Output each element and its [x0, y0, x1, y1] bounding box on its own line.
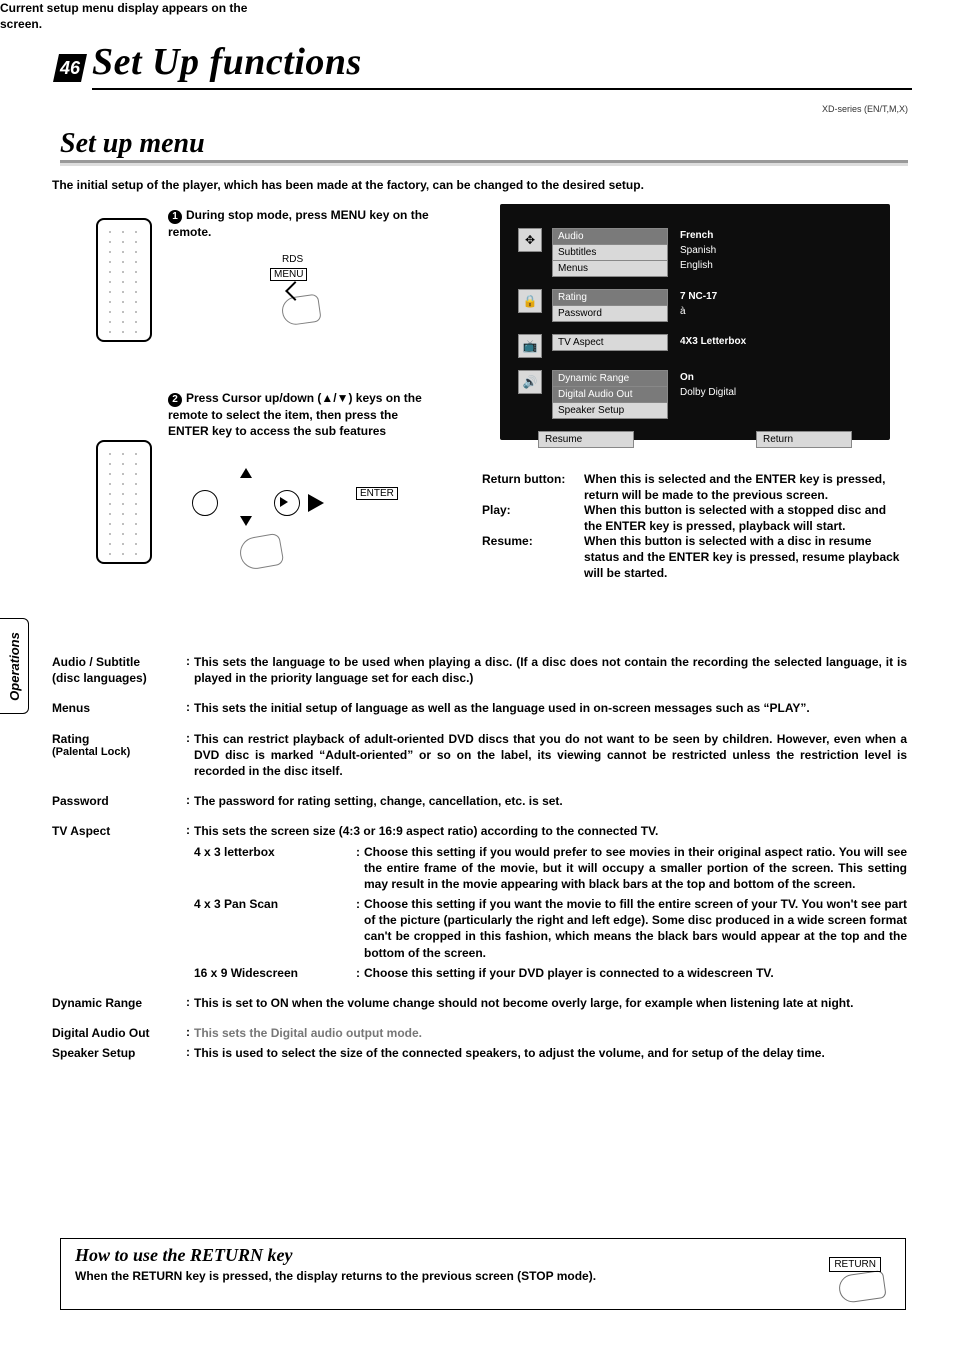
osd-val-english: English — [678, 258, 796, 273]
label-rds: RDS — [282, 254, 303, 265]
def-password-v: The password for rating setting, change,… — [194, 793, 907, 809]
osd-item-dynrange: Dynamic Range — [552, 370, 668, 387]
osd-val-nc17: 7 NC-17 — [680, 291, 717, 302]
tv-mode-letterbox: 4 x 3 letterbox — [194, 844, 354, 893]
osd-item-subtitles: Subtitles — [552, 245, 668, 261]
tv-mode-panscan: 4 x 3 Pan Scan — [194, 896, 354, 961]
osd-item-audio: Audio — [552, 228, 668, 245]
hand-icon-enter — [238, 533, 285, 572]
osd-icon-language: ✥ — [518, 228, 542, 252]
def-rating-k: Rating(Palental Lock) — [52, 731, 184, 780]
desc-resume-key: Resume: — [482, 534, 574, 581]
osd-val-dolby: Dolby Digital — [678, 385, 796, 400]
tv-mode-widescreen: 16 x 9 Widescreen — [194, 965, 354, 981]
def-dao-k: Digital Audio Out — [52, 1025, 184, 1041]
hand-icon-return — [837, 1270, 886, 1304]
osd-setup-menu: ✥ Audio Subtitles Menus French Spanish E… — [500, 204, 890, 440]
return-key-box: How to use the RETURN key When the RETUR… — [60, 1238, 906, 1310]
side-tab-label: Operations — [7, 632, 22, 701]
button-label-menu: MENU — [270, 268, 307, 281]
remote-illustration-2 — [96, 440, 152, 564]
osd-item-rating: Rating — [552, 289, 668, 306]
button-descriptions: Return button: When this is selected and… — [482, 472, 902, 581]
def-rating-v: This can restrict playback of adult-orie… — [194, 731, 907, 780]
tv-mode-widescreen-desc: Choose this setting if your DVD player i… — [364, 965, 907, 981]
return-button-label: RETURN — [829, 1257, 881, 1272]
step-2-number: 2 — [168, 393, 182, 407]
osd-item-menus: Menus — [552, 261, 668, 277]
def-audio-v: This sets the language to be used when p… — [194, 654, 907, 686]
osd-val-on: On — [680, 372, 694, 383]
desc-return-key: Return button: — [482, 472, 574, 503]
osd-icon-tv: 📺 — [518, 334, 542, 358]
chapter-title: Set Up functions — [92, 40, 912, 90]
desc-play-key: Play: — [482, 503, 574, 534]
return-key-title: How to use the RETURN key — [75, 1245, 891, 1266]
desc-return-val: When this is selected and the ENTER key … — [584, 472, 902, 503]
osd-item-spksetup: Speaker Setup — [552, 403, 668, 419]
tv-mode-letterbox-desc: Choose this setting if you would prefer … — [364, 844, 907, 893]
desc-play-val: When this button is selected with a stop… — [584, 503, 902, 534]
def-audio-k: Audio / Subtitle(disc languages) — [52, 654, 184, 686]
step-1-number: 1 — [168, 210, 182, 224]
intro-text: The initial setup of the player, which h… — [52, 178, 902, 192]
osd-button-resume: Resume — [538, 431, 634, 448]
osd-val-passchar: à — [678, 304, 796, 319]
settings-definitions: Audio / Subtitle(disc languages) : This … — [52, 654, 907, 1076]
button-label-enter: ENTER — [356, 487, 398, 500]
step-1-note: Current setup menu display appears on th… — [0, 0, 256, 32]
page-number-text: 46 — [60, 54, 80, 82]
osd-val-french: French — [680, 230, 713, 241]
osd-val-letterbox: 4X3 Letterbox — [680, 336, 746, 347]
section-title: Set up menu — [60, 128, 908, 160]
step-2: 2Press Cursor up/down (▲/▼) keys on the … — [168, 390, 438, 439]
desc-resume-val: When this button is selected with a disc… — [584, 534, 902, 581]
osd-item-digaudio: Digital Audio Out — [552, 387, 668, 403]
osd-val-spanish: Spanish — [678, 243, 796, 258]
osd-item-tvaspect: TV Aspect — [552, 334, 668, 351]
doc-id: XD-series (EN/T,M,X) — [822, 104, 908, 114]
def-dynrange-v: This is set to ON when the volume change… — [194, 995, 907, 1011]
def-dao-v: This sets the Digital audio output mode. — [194, 1025, 907, 1041]
def-speaker-v: This is used to select the size of the c… — [194, 1045, 907, 1061]
def-speaker-k: Speaker Setup — [52, 1045, 184, 1061]
return-key-body: When the RETURN key is pressed, the disp… — [75, 1268, 755, 1284]
step-1: 1During stop mode, press MENU key on the… — [168, 207, 438, 240]
side-tab-operations: Operations — [0, 618, 29, 714]
def-menus-v: This sets the initial setup of language … — [194, 700, 907, 716]
tv-mode-panscan-desc: Choose this setting if you want the movi… — [364, 896, 907, 961]
def-tv-k: TV Aspect — [52, 823, 184, 839]
step-2-text: Press Cursor up/down (▲/▼) keys on the r… — [168, 391, 422, 438]
remote-illustration-1 — [96, 218, 152, 342]
def-menus-k: Menus — [52, 700, 184, 716]
cursor-pad-illustration — [192, 470, 322, 534]
def-tv-v: This sets the screen size (4:3 or 16:9 a… — [194, 823, 907, 839]
osd-icon-audio: 🔊 — [518, 370, 542, 394]
osd-icon-lock: 🔒 — [518, 289, 542, 313]
osd-button-return: Return — [756, 431, 852, 448]
step-1-text: During stop mode, press MENU key on the … — [168, 208, 429, 239]
page-number: 46 — [53, 54, 87, 82]
def-password-k: Password — [52, 793, 184, 809]
def-dynrange-k: Dynamic Range — [52, 995, 184, 1011]
osd-item-password: Password — [552, 306, 668, 322]
